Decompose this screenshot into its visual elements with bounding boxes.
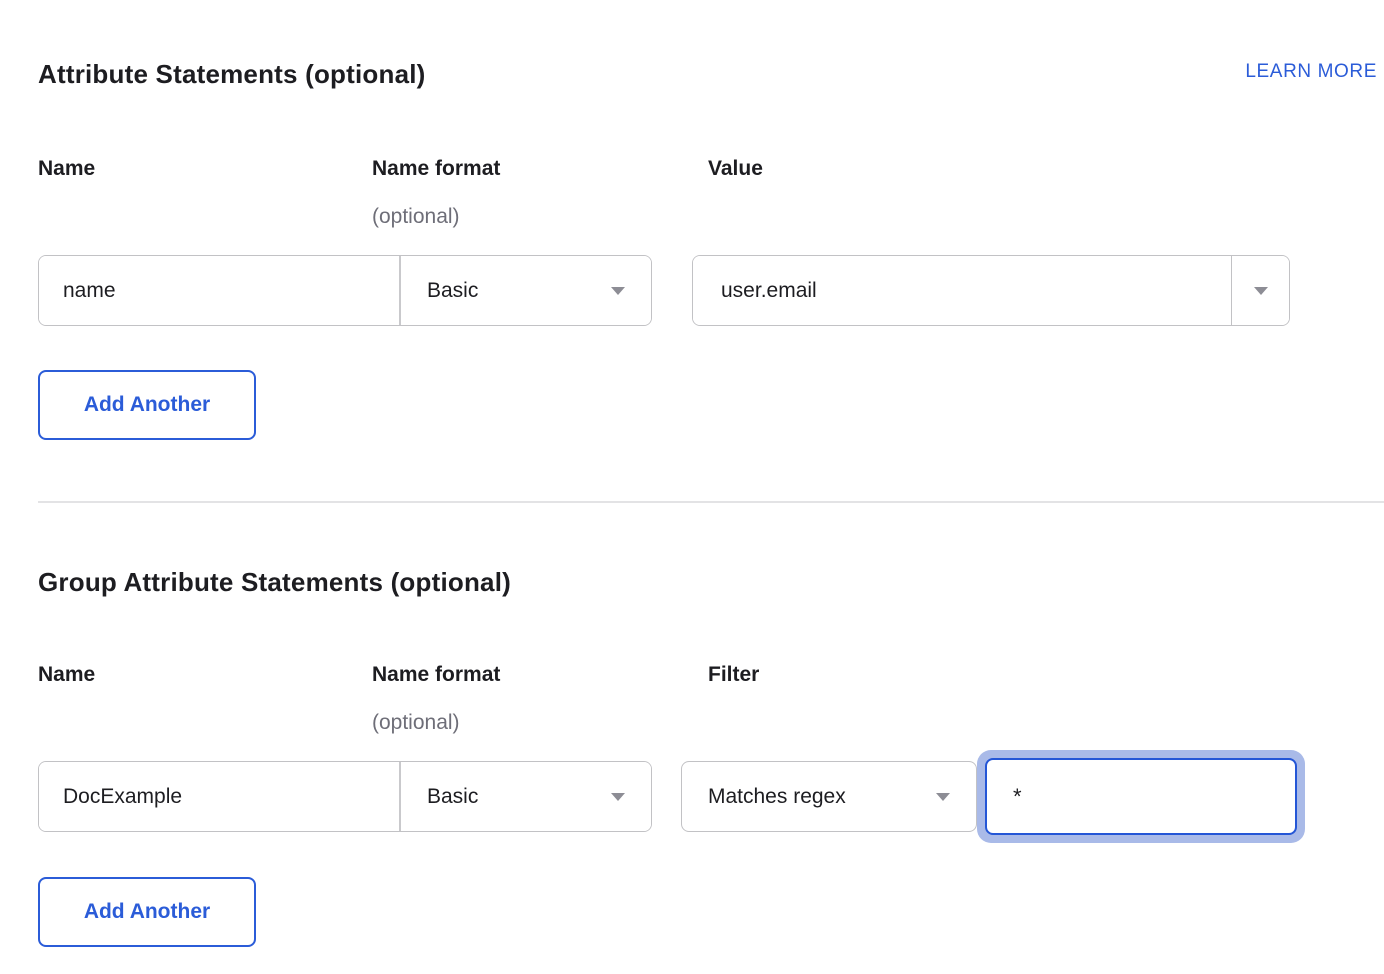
attribute-name-format-group: Basic <box>38 255 652 326</box>
column-label-value: Value <box>708 155 763 183</box>
saml-settings-page: Attribute Statements (optional) LEARN MO… <box>0 0 1384 974</box>
column-label-name: Name <box>38 155 95 183</box>
attribute-value-input[interactable] <box>693 256 1232 325</box>
group-filter-value-input[interactable] <box>985 758 1297 835</box>
group-column-label-name-format: Name format <box>372 661 500 689</box>
group-filter-value-focus-ring <box>977 750 1305 843</box>
group-filter-operator-selected-value: Matches regex <box>708 785 846 809</box>
attribute-name-format-select[interactable]: Basic <box>401 256 651 325</box>
attribute-name-input[interactable] <box>39 256 401 325</box>
add-another-attribute-button[interactable]: Add Another <box>38 370 256 440</box>
chevron-down-icon <box>611 287 625 295</box>
group-filter-operator-select[interactable]: Matches regex <box>681 761 977 832</box>
attribute-name-format-selected-value: Basic <box>427 279 478 303</box>
group-column-label-filter: Filter <box>708 661 759 689</box>
chevron-down-icon <box>936 793 950 801</box>
group-name-format-group: Basic <box>38 761 652 832</box>
group-name-input[interactable] <box>39 762 401 831</box>
chevron-down-icon <box>611 793 625 801</box>
group-attribute-statements-title: Group Attribute Statements (optional) <box>38 566 511 598</box>
attribute-statements-title: Attribute Statements (optional) <box>38 58 426 90</box>
attribute-value-group <box>692 255 1290 326</box>
attribute-value-dropdown-button[interactable] <box>1232 256 1289 325</box>
group-name-format-selected-value: Basic <box>427 785 478 809</box>
section-divider <box>38 501 1384 503</box>
group-column-label-name: Name <box>38 661 95 689</box>
column-label-name-format-optional: (optional) <box>372 203 460 231</box>
group-column-label-name-format-optional: (optional) <box>372 709 460 737</box>
learn-more-link[interactable]: LEARN MORE <box>1245 60 1377 84</box>
chevron-down-icon <box>1254 287 1268 295</box>
column-label-name-format: Name format <box>372 155 500 183</box>
add-another-group-attribute-button[interactable]: Add Another <box>38 877 256 947</box>
group-name-format-select[interactable]: Basic <box>401 762 651 831</box>
